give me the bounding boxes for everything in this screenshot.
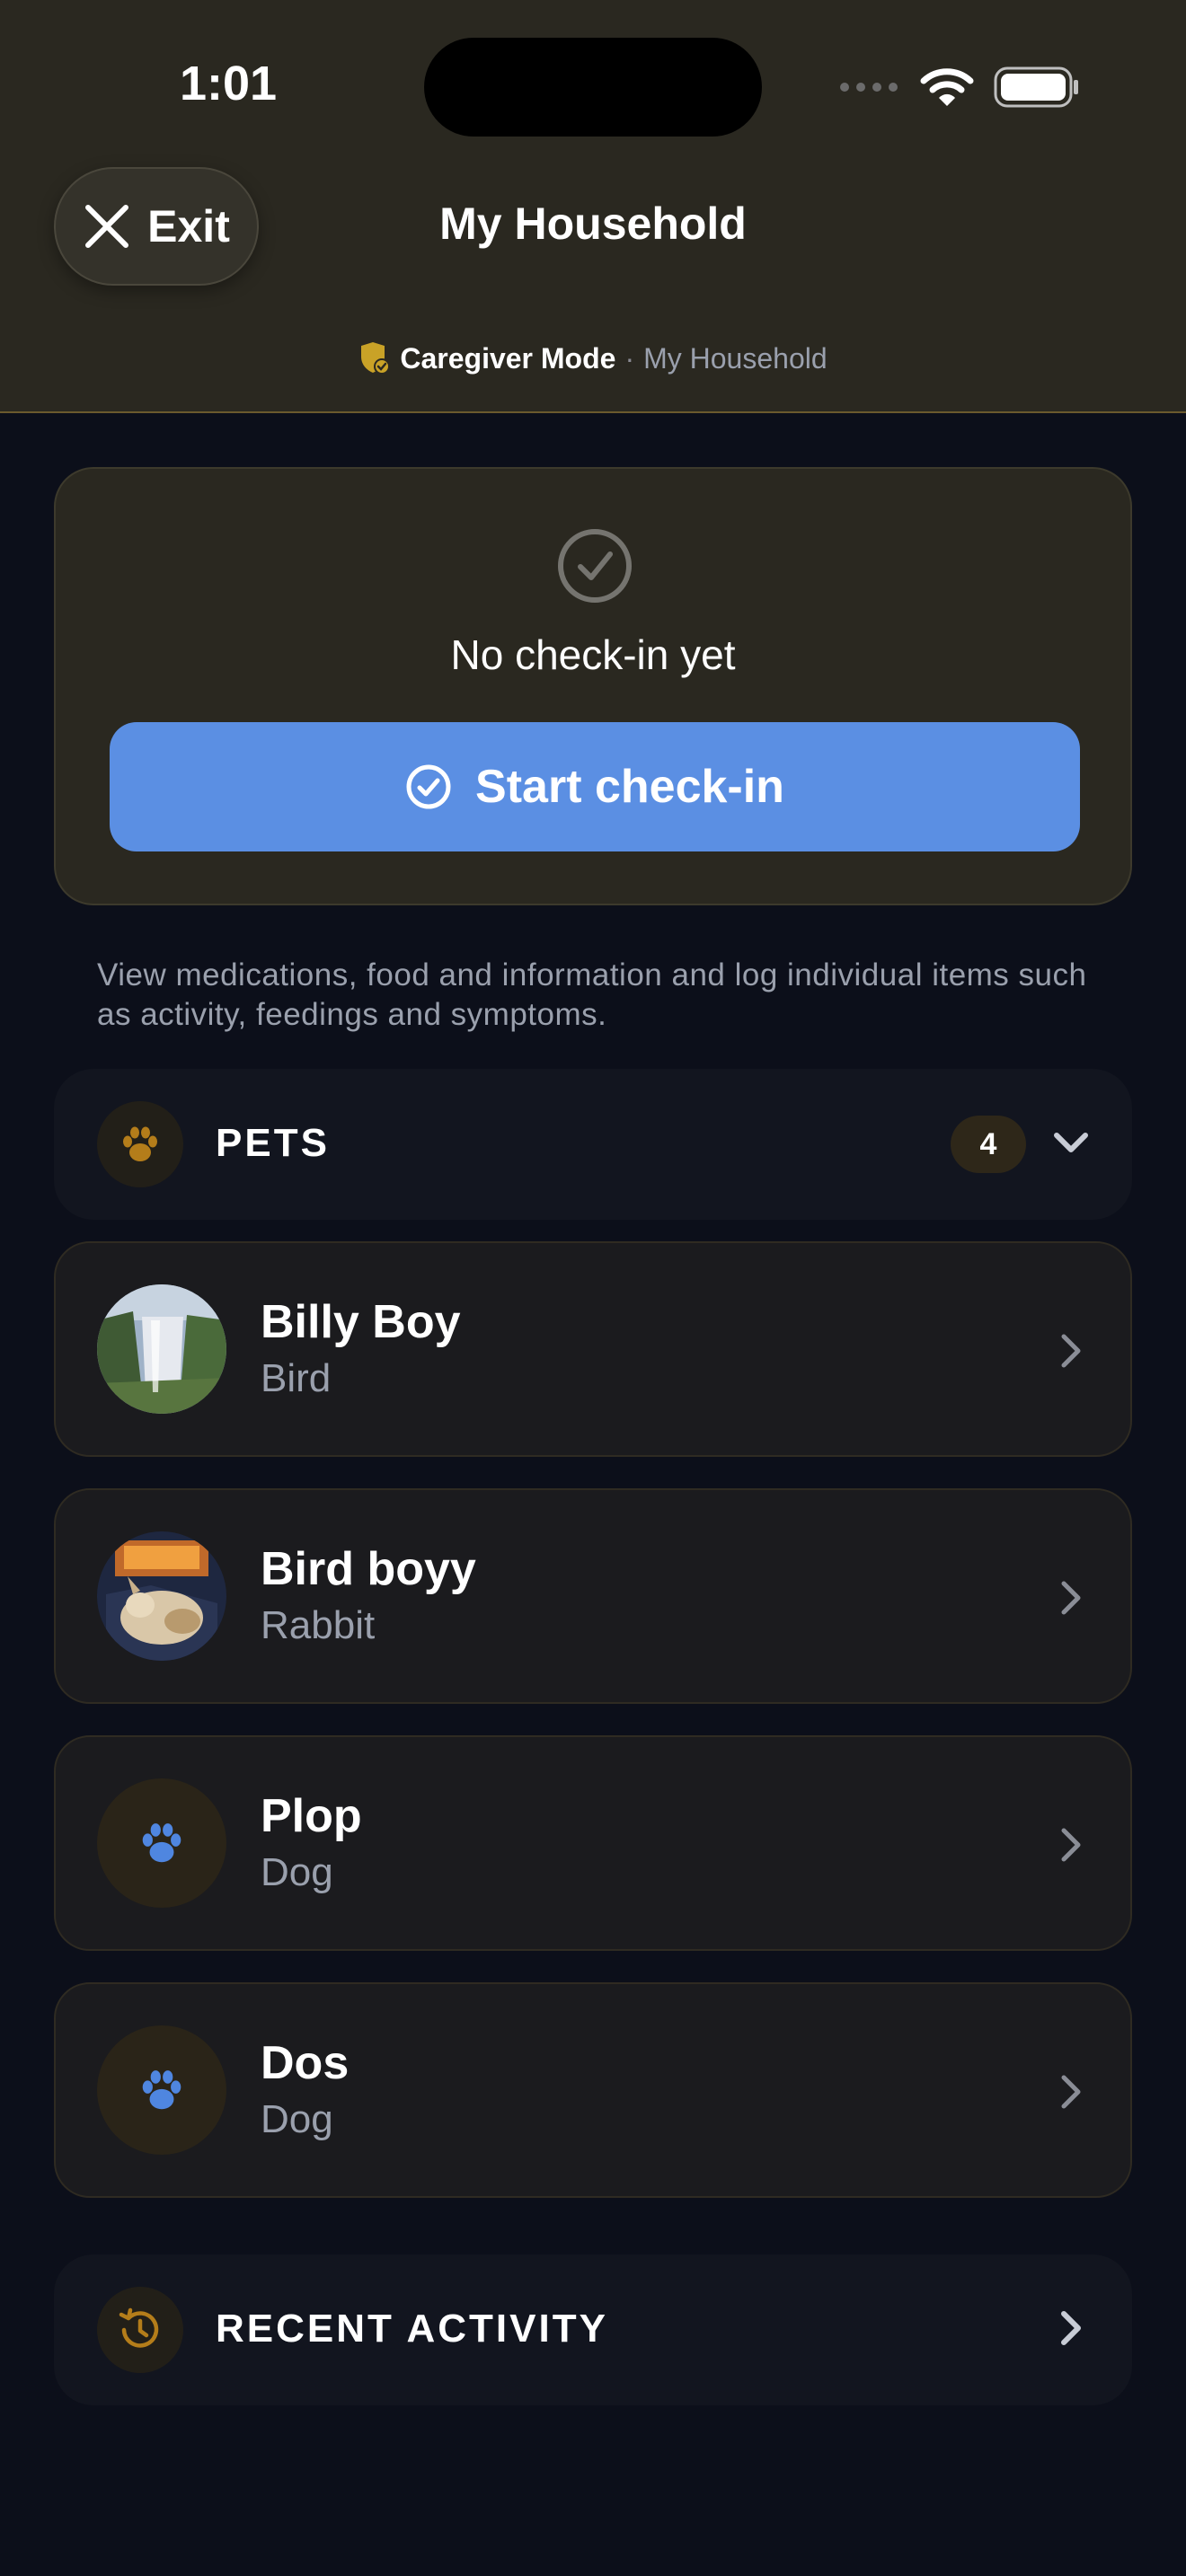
pet-avatar-placeholder xyxy=(97,2025,226,2155)
chevron-right-icon xyxy=(1061,1334,1081,1368)
cellular-signal-icon xyxy=(840,83,898,92)
shield-check-icon xyxy=(361,342,391,375)
check-circle-icon xyxy=(406,764,451,809)
pet-type: Bird xyxy=(261,1356,332,1400)
pet-name: Plop xyxy=(261,1790,362,1842)
start-checkin-button[interactable]: Start check-in xyxy=(110,722,1080,851)
mode-household: My Household xyxy=(643,341,828,375)
start-checkin-label: Start check-in xyxy=(475,761,784,813)
paw-icon xyxy=(142,1823,181,1863)
page-title: My Household xyxy=(439,198,747,249)
wifi-icon xyxy=(920,68,974,106)
checkin-status: No check-in yet xyxy=(450,631,736,678)
pet-card[interactable]: Plop Dog xyxy=(54,1735,1132,1951)
pets-icon-wrap xyxy=(97,1101,183,1187)
caregiver-mode-indicator: Caregiver Mode · My Household xyxy=(0,341,1186,375)
recent-activity-row[interactable]: RECENT ACTIVITY xyxy=(54,2254,1132,2405)
pet-name: Dos xyxy=(261,2037,350,2089)
pet-type: Dog xyxy=(261,2097,333,2141)
chevron-right-icon xyxy=(1061,1828,1081,1862)
chevron-right-icon xyxy=(1061,2075,1081,2109)
pet-type: Rabbit xyxy=(261,1603,376,1647)
mode-label: Caregiver Mode xyxy=(400,341,616,375)
pet-photo xyxy=(97,1531,226,1661)
mode-separator: · xyxy=(624,341,635,375)
history-icon xyxy=(119,2307,159,2348)
pet-avatar-photo xyxy=(97,1531,226,1661)
paw-icon xyxy=(123,1126,157,1161)
chevron-down-icon xyxy=(1054,1133,1088,1152)
check-circle-icon xyxy=(558,529,632,603)
pet-name: Bird boyy xyxy=(261,1543,476,1595)
pets-section-header[interactable]: PETS 4 xyxy=(54,1069,1132,1220)
status-time: 1:01 xyxy=(180,57,278,110)
waterfall-photo xyxy=(97,1284,226,1414)
pet-avatar-placeholder xyxy=(97,1778,226,1908)
chevron-right-icon xyxy=(1061,2311,1081,2345)
checkin-card: No check-in yet Start check-in xyxy=(54,467,1132,905)
header: 1:01 Exit My Household Caregiver Mode · … xyxy=(0,0,1186,413)
pet-avatar-photo xyxy=(97,1284,226,1414)
paw-icon xyxy=(142,2070,181,2110)
pet-card[interactable]: Dos Dog xyxy=(54,1982,1132,2198)
pet-card[interactable]: Billy Boy Bird xyxy=(54,1241,1132,1457)
pets-section-label: PETS xyxy=(216,1121,330,1165)
pets-count-badge: 4 xyxy=(951,1116,1026,1173)
recent-activity-label: RECENT ACTIVITY xyxy=(216,2307,608,2351)
chevron-right-icon xyxy=(1061,1581,1081,1615)
pet-card[interactable]: Bird boyy Rabbit xyxy=(54,1488,1132,1704)
pet-type: Dog xyxy=(261,1850,333,1894)
status-icons xyxy=(839,65,1080,110)
info-text: View medications, food and information a… xyxy=(97,957,1087,1032)
dynamic-island xyxy=(424,38,762,137)
battery-icon xyxy=(994,66,1078,108)
pet-name: Billy Boy xyxy=(261,1296,461,1348)
recent-activity-icon-wrap xyxy=(97,2287,183,2373)
